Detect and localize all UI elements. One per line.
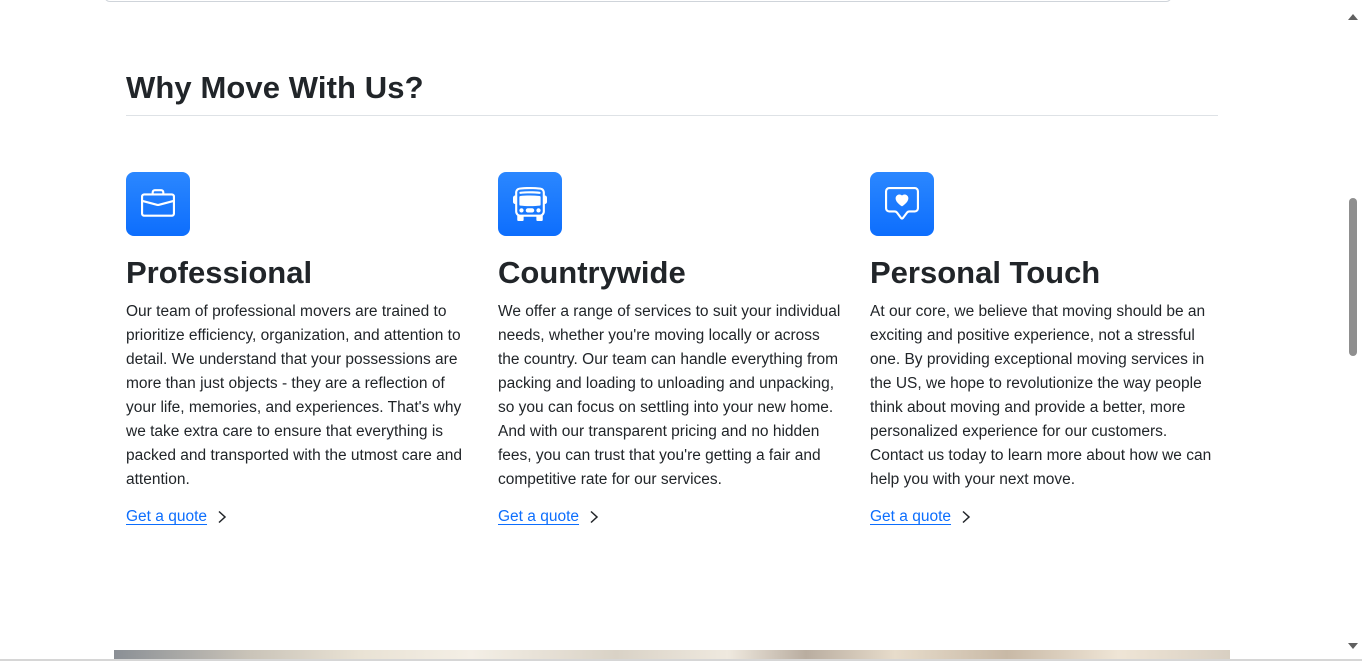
scroll-up-arrow-icon[interactable] <box>1348 14 1358 20</box>
feature-card-personal-touch: Personal Touch At our core, we believe t… <box>870 172 1215 526</box>
get-quote-link[interactable]: Get a quote <box>498 508 599 526</box>
section-divider <box>126 115 1218 116</box>
chevron-right-icon <box>962 510 971 524</box>
get-quote-label: Get a quote <box>870 508 952 525</box>
get-quote-link[interactable]: Get a quote <box>126 508 227 526</box>
page-content: Why Move With Us? Professional Our team … <box>0 0 1344 661</box>
feature-description: Our team of professional movers are trai… <box>126 303 463 488</box>
chat-heart-icon <box>870 172 934 236</box>
briefcase-icon <box>126 172 190 236</box>
feature-card-professional: Professional Our team of professional mo… <box>126 172 471 526</box>
scroll-down-arrow-icon[interactable] <box>1348 643 1358 649</box>
chevron-right-icon <box>218 510 227 524</box>
feature-title: Personal Touch <box>870 255 1101 290</box>
get-quote-link[interactable]: Get a quote <box>870 508 971 526</box>
bus-icon <box>498 172 562 236</box>
feature-description: We offer a range of services to suit you… <box>498 303 841 488</box>
section-title: Why Move With Us? <box>126 70 424 105</box>
feature-description: At our core, we believe that moving shou… <box>870 303 1212 488</box>
chevron-right-icon <box>590 510 599 524</box>
get-quote-label: Get a quote <box>498 508 580 525</box>
get-quote-label: Get a quote <box>126 508 208 525</box>
feature-title: Professional <box>126 255 313 290</box>
feature-card-countrywide: Countrywide We offer a range of services… <box>498 172 843 526</box>
scroll-thumb[interactable] <box>1349 198 1357 356</box>
vertical-scrollbar[interactable] <box>1344 0 1362 661</box>
feature-title: Countrywide <box>498 255 686 290</box>
